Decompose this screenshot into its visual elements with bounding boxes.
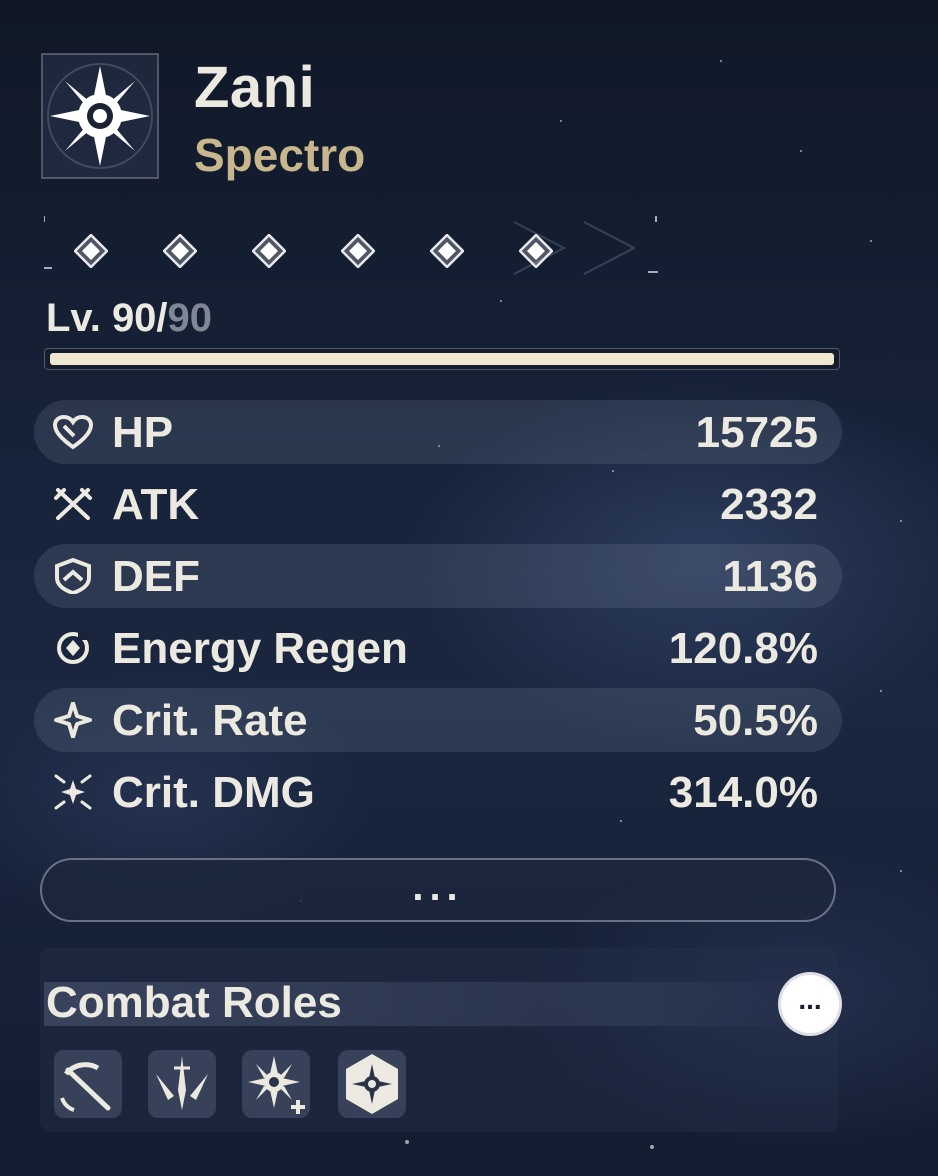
combat-roles-title: Combat Roles [46,978,342,1027]
character-name: Zani [194,55,316,120]
character-element: Spectro [194,129,366,181]
heart-icon [52,414,94,450]
shield-icon [55,558,91,594]
stat-label: HP [112,408,174,457]
stat-label: Crit. DMG [112,768,315,817]
stat-value: 15725 [695,408,818,457]
crit-dmg-icon [54,774,92,810]
crit-rate-icon [54,702,92,738]
element-emblem [40,52,160,180]
level-label: Lv. 90/90 [46,296,212,341]
sequence-nodes [44,208,664,280]
sequence-node-2[interactable] [162,233,198,269]
stat-value: 314.0% [668,768,818,817]
stat-row-energy-regen: Energy Regen 120.8% [34,616,842,680]
stat-row-crit-dmg: Crit. DMG 314.0% [34,760,842,824]
spectro-sun-icon [41,53,159,179]
crossed-swords-icon [54,488,92,520]
stat-label: ATK [112,480,200,529]
energy-regen-icon [57,632,89,664]
stat-value: 2332 [720,480,818,529]
stat-row-crit-rate: Crit. Rate 50.5% [34,688,842,752]
combat-roles-more-button[interactable]: ... [778,972,842,1036]
sequence-node-3[interactable] [251,233,287,269]
sequence-node-4[interactable] [340,233,376,269]
combat-role-4[interactable] [338,1050,406,1118]
level-max: 90 [167,296,213,340]
combat-role-1[interactable] [54,1050,122,1118]
level-progress-fill [50,353,834,365]
combat-role-2[interactable] [148,1050,216,1118]
stat-row-def: DEF 1136 [34,544,842,608]
sun-plus-icon [248,1056,305,1114]
stat-label: Energy Regen [112,624,408,673]
sequence-node-6[interactable] [518,233,554,269]
blade-burst-icon [156,1056,208,1110]
stat-value: 50.5% [693,696,818,745]
more-stats-button[interactable]: ... [40,858,836,922]
level-current: Lv. 90/ [46,296,168,340]
hexagon-sun-icon [346,1054,398,1114]
stat-row-hp: HP 15725 [34,400,842,464]
stat-label: DEF [112,552,200,601]
sword-slash-icon [60,1062,111,1112]
stat-row-atk: ATK 2332 [34,472,842,536]
combat-role-3[interactable] [242,1050,310,1118]
stat-value: 120.8% [668,624,818,673]
sequence-node-1[interactable] [73,233,109,269]
sequence-node-5[interactable] [429,233,465,269]
level-progress-bar [44,348,840,370]
stat-label: Crit. Rate [112,696,308,745]
stat-value: 1136 [722,552,818,601]
